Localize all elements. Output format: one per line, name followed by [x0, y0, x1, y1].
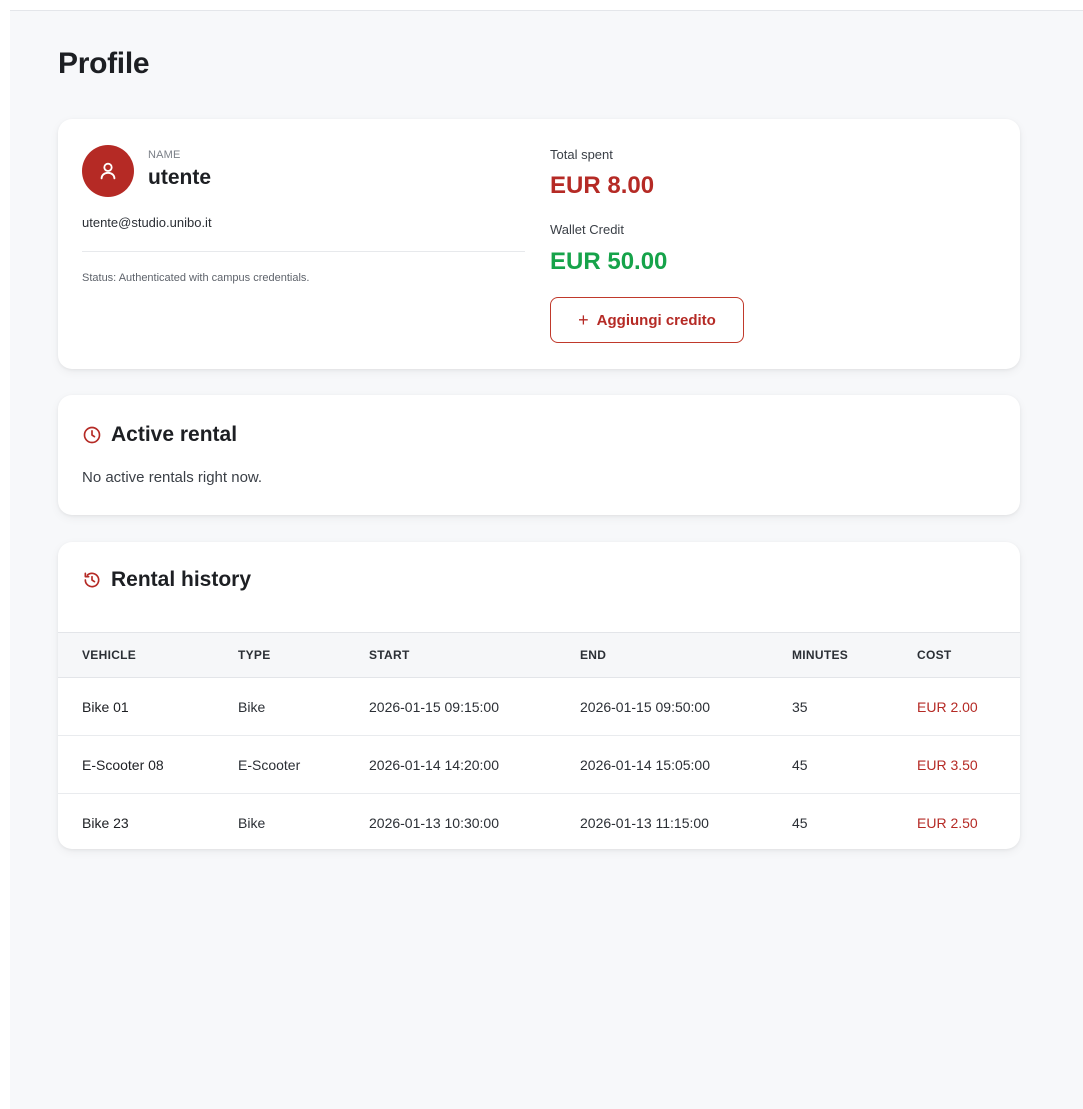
active-rental-title: Active rental	[111, 423, 238, 446]
rental-history-title: Rental history	[111, 568, 252, 591]
wallet-credit-label: Wallet Credit	[550, 222, 624, 237]
table-header-row: VEHICLE TYPE START END MINUTES COST	[58, 632, 1020, 678]
total-spent-value: EUR 8.00	[550, 172, 655, 199]
clock-icon	[83, 426, 101, 444]
history-icon	[84, 572, 100, 588]
cell-start: 2026-01-13 10:30:00	[369, 814, 499, 831]
table-row: E-Scooter 08 E-Scooter 2026-01-14 14:20:…	[58, 735, 1020, 794]
cell-vehicle: E-Scooter 08	[58, 735, 238, 794]
cell-end: 2026-01-13 11:15:00	[580, 814, 709, 831]
column-header-end: END	[580, 632, 792, 678]
rental-history-table: VEHICLE TYPE START END MINUTES COST Bike…	[58, 632, 1020, 849]
cell-minutes: 35	[792, 677, 917, 736]
table-row: Bike 01 Bike 2026-01-15 09:15:00 2026-01…	[58, 677, 1020, 736]
cell-vehicle: Bike 23	[82, 814, 129, 831]
rental-history-card: Rental history VEHICLE TYPE START END MI…	[58, 542, 1020, 849]
cell-start: 2026-01-14 14:20:00	[369, 735, 580, 794]
column-header-start: START	[369, 632, 580, 678]
column-header-vehicle: VEHICLE	[58, 632, 238, 678]
active-rental-empty-message: No active rentals right now.	[82, 469, 263, 486]
active-rental-header: Active rental	[82, 423, 237, 447]
user-name: utente	[148, 166, 211, 189]
column-header-minutes: MINUTES	[792, 632, 917, 678]
user-icon	[100, 162, 116, 180]
profile-page: Profile NAME utente utente@studio.unibo.…	[10, 10, 1083, 1109]
rental-history-header: Rental history	[82, 568, 251, 592]
auth-status: Status: Authenticated with campus creden…	[82, 272, 310, 284]
divider	[82, 251, 525, 252]
profile-card: NAME utente utente@studio.unibo.it Statu…	[58, 119, 1020, 369]
cell-cost: EUR 2.00	[917, 677, 1020, 736]
cell-minutes: 45	[792, 814, 808, 831]
user-email: utente@studio.unibo.it	[82, 215, 212, 230]
cell-end: 2026-01-15 09:50:00	[580, 677, 792, 736]
cell-minutes: 45	[792, 735, 917, 794]
plus-icon: +	[578, 310, 589, 330]
cell-type: Bike	[238, 814, 266, 831]
add-credit-button[interactable]: + Aggiungi credito	[550, 297, 744, 343]
column-header-cost: COST	[917, 632, 1020, 678]
add-credit-label: Aggiungi credito	[596, 311, 716, 329]
name-label: NAME	[148, 149, 181, 161]
total-spent-label: Total spent	[550, 147, 613, 162]
wallet-credit-value: EUR 50.00	[550, 248, 668, 275]
cell-cost: EUR 2.50	[917, 814, 978, 831]
cell-type: Bike	[238, 677, 369, 736]
cell-cost: EUR 3.50	[917, 735, 1020, 794]
cell-start: 2026-01-15 09:15:00	[369, 677, 580, 736]
cell-end: 2026-01-14 15:05:00	[580, 735, 792, 794]
cell-type: E-Scooter	[238, 735, 369, 794]
table-row: Bike 23 Bike 2026-01-13 10:30:00 2026-01…	[58, 794, 1020, 850]
page-title: Profile	[58, 47, 150, 80]
cell-vehicle: Bike 01	[58, 677, 238, 736]
avatar	[82, 145, 134, 197]
active-rental-card: Active rental No active rentals right no…	[58, 395, 1020, 515]
column-header-type: TYPE	[238, 632, 369, 678]
